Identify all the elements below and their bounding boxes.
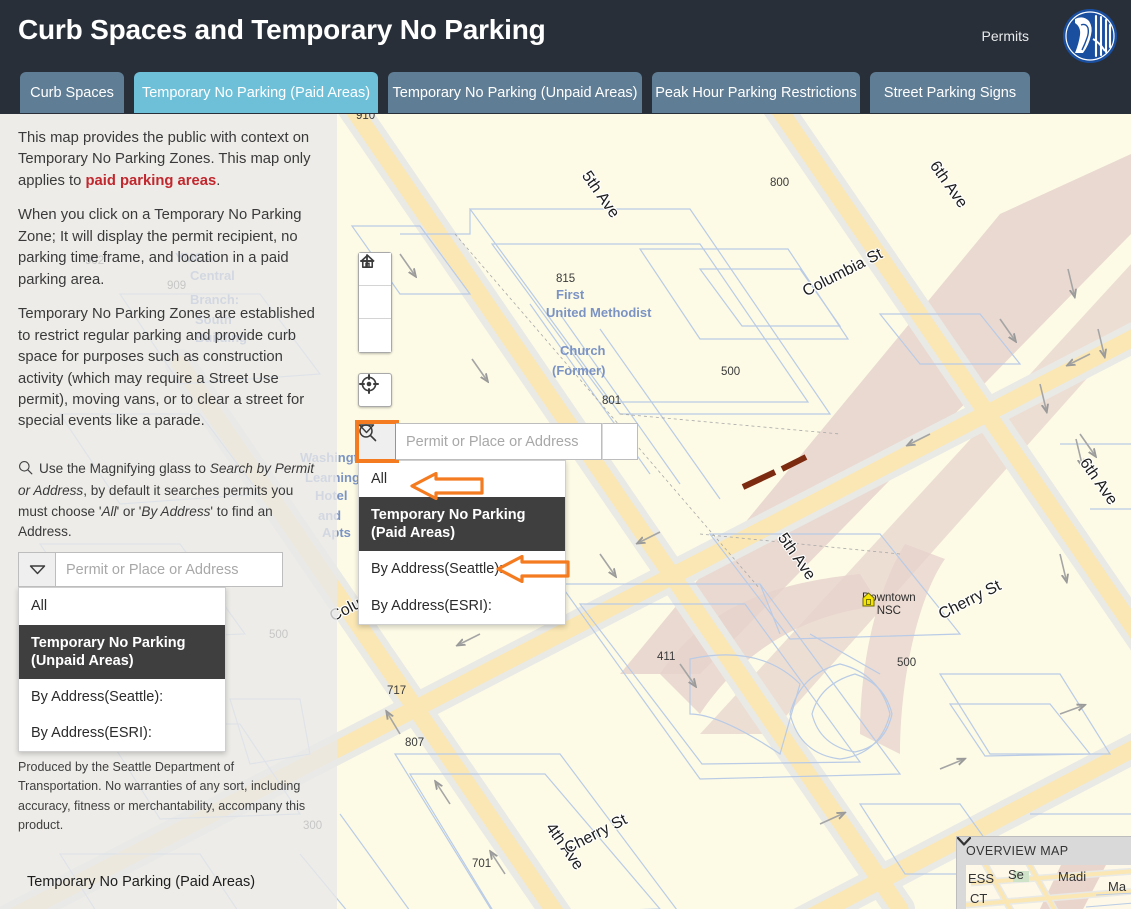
- sidebar-search-input[interactable]: [56, 552, 283, 588]
- downtown-nsc-marker[interactable]: Downtown NSC: [862, 592, 916, 618]
- overview-map-canvas[interactable]: ESS CT Se Madi Ma: [966, 865, 1131, 909]
- info-sidebar: This map provides the public with contex…: [0, 114, 337, 909]
- building-icon: [862, 592, 875, 607]
- paid-parking-areas-highlight: paid parking areas: [85, 172, 217, 189]
- chevron-down-icon: [29, 565, 45, 575]
- overview-map-label: ESS: [968, 871, 995, 886]
- menu-item-label: By Address(Seattle):: [31, 688, 164, 705]
- menu-item-label: All: [371, 471, 388, 487]
- map-search-source-option-0[interactable]: All: [359, 461, 565, 497]
- locate-icon: [359, 374, 379, 394]
- page-title: Curb Spaces and Temporary No Parking: [18, 14, 546, 45]
- sidebar-paragraph-3: Temporary No Parking Zones are establish…: [18, 306, 315, 430]
- search-instructions: Use the Magnifying glass to Search by Pe…: [18, 459, 319, 543]
- map-search-source-option-3[interactable]: By Address(ESRI):: [359, 588, 565, 624]
- home-button[interactable]: [359, 254, 391, 319]
- tab-curb-spaces[interactable]: Curb Spaces: [20, 72, 124, 113]
- tab-label: Curb Spaces: [30, 84, 114, 101]
- app-header: Curb Spaces and Temporary No Parking Per…: [0, 0, 1131, 72]
- map-search-submit-button[interactable]: [359, 423, 638, 460]
- sidebar-search-row[interactable]: [18, 552, 319, 588]
- tab-label: Peak Hour Parking Restrictions: [655, 84, 857, 101]
- overview-map-toggle[interactable]: OVERVIEW MAP: [957, 837, 1131, 865]
- sidebar-search-source-toggle[interactable]: [18, 552, 56, 588]
- sidebar-search-source-option-3[interactable]: By Address(ESRI):: [19, 715, 225, 751]
- hint-text-1: Use the Magnifying glass to: [39, 460, 210, 476]
- sidebar-search-widget[interactable]: All Temporary No Parking (Unpaid Areas) By…: [18, 552, 319, 753]
- menu-item-label: Temporary No Parking (Unpaid Areas): [31, 634, 186, 669]
- zoom-out-button[interactable]: [359, 260, 391, 352]
- permits-link[interactable]: Permits: [982, 28, 1029, 44]
- tab-peak-hour-parking-restrictions[interactable]: Peak Hour Parking Restrictions: [652, 72, 860, 113]
- hint-em-2: All: [101, 503, 117, 519]
- overview-map-label: Ma: [1108, 879, 1127, 894]
- menu-item-label: By Address(ESRI):: [31, 724, 152, 741]
- tab-label: Temporary No Parking (Paid Areas): [141, 84, 371, 101]
- tab-street-parking-signs[interactable]: Street Parking Signs: [870, 72, 1030, 113]
- map-search-widget[interactable]: All Temporary No Parking (Paid Areas) By A…: [355, 420, 638, 625]
- sidebar-search-source-option-2[interactable]: By Address(Seattle):: [19, 679, 225, 715]
- disclaimer-note: Produced by the Seattle Department of Tr…: [18, 760, 306, 833]
- search-icon: [359, 424, 377, 442]
- tab-temporary-no-parking-paid-areas[interactable]: Temporary No Parking (Paid Areas): [134, 72, 378, 113]
- map-search-source-menu[interactable]: All Temporary No Parking (Paid Areas) By A…: [358, 460, 566, 625]
- sidebar-search-source-menu[interactable]: All Temporary No Parking (Unpaid Areas) By…: [18, 587, 226, 753]
- hint-em-3: By Address: [141, 503, 211, 519]
- sidebar-paragraph-1: This map provides the public with contex…: [18, 128, 319, 192]
- legend-title: Temporary No Parking (Paid Areas): [27, 874, 256, 890]
- tab-label: Temporary No Parking (Unpaid Areas): [392, 84, 638, 101]
- map-search-input[interactable]: [396, 423, 602, 460]
- locate-button[interactable]: [358, 373, 392, 407]
- overview-map-label: CT: [970, 891, 988, 906]
- overview-map-label: Madi: [1058, 869, 1087, 884]
- tab-label: Street Parking Signs: [883, 84, 1017, 101]
- tab-temporary-no-parking-unpaid-areas[interactable]: Temporary No Parking (Unpaid Areas): [388, 72, 642, 113]
- sidebar-paragraph-2: When you click on a Temporary No Parking…: [18, 207, 302, 288]
- minus-icon: [360, 260, 374, 262]
- overview-map-panel[interactable]: OVERVIEW MAP ESS CT Se Madi Ma: [956, 836, 1131, 909]
- zoom-control-stack[interactable]: [358, 252, 392, 353]
- search-icon: [18, 460, 33, 481]
- hint-text-3: ' or ': [116, 503, 142, 519]
- map-application: 5th Ave5th Ave6th Ave6th Ave4th Ave4th A…: [0, 0, 1131, 909]
- sidebar-p1-text-b: .: [216, 172, 221, 189]
- overview-map-title: OVERVIEW MAP: [966, 844, 1069, 858]
- menu-item-label: Temporary No Parking (Paid Areas): [371, 507, 526, 542]
- sidebar-search-source-option-0[interactable]: All: [19, 588, 225, 624]
- seattle-city-logo[interactable]: [1063, 9, 1117, 63]
- tab-bar[interactable]: Curb Spaces Temporary No Parking (Paid Ar…: [0, 72, 1131, 114]
- map-search-source-option-2[interactable]: By Address(Seattle):: [359, 551, 565, 587]
- map-search-source-option-1[interactable]: Temporary No Parking (Paid Areas): [359, 497, 565, 552]
- menu-item-label: By Address(Seattle):: [371, 561, 504, 578]
- overview-map-label: Se: [1008, 867, 1024, 882]
- map-search-row[interactable]: [355, 420, 638, 463]
- sidebar-search-source-option-1[interactable]: Temporary No Parking (Unpaid Areas): [19, 624, 225, 679]
- chevron-down-icon: [957, 837, 971, 846]
- seattle-seal-icon: [1063, 9, 1117, 63]
- menu-item-label: All: [31, 598, 48, 615]
- menu-item-label: By Address(ESRI):: [371, 597, 492, 614]
- downtown-nsc-label-line2: NSC: [876, 605, 901, 618]
